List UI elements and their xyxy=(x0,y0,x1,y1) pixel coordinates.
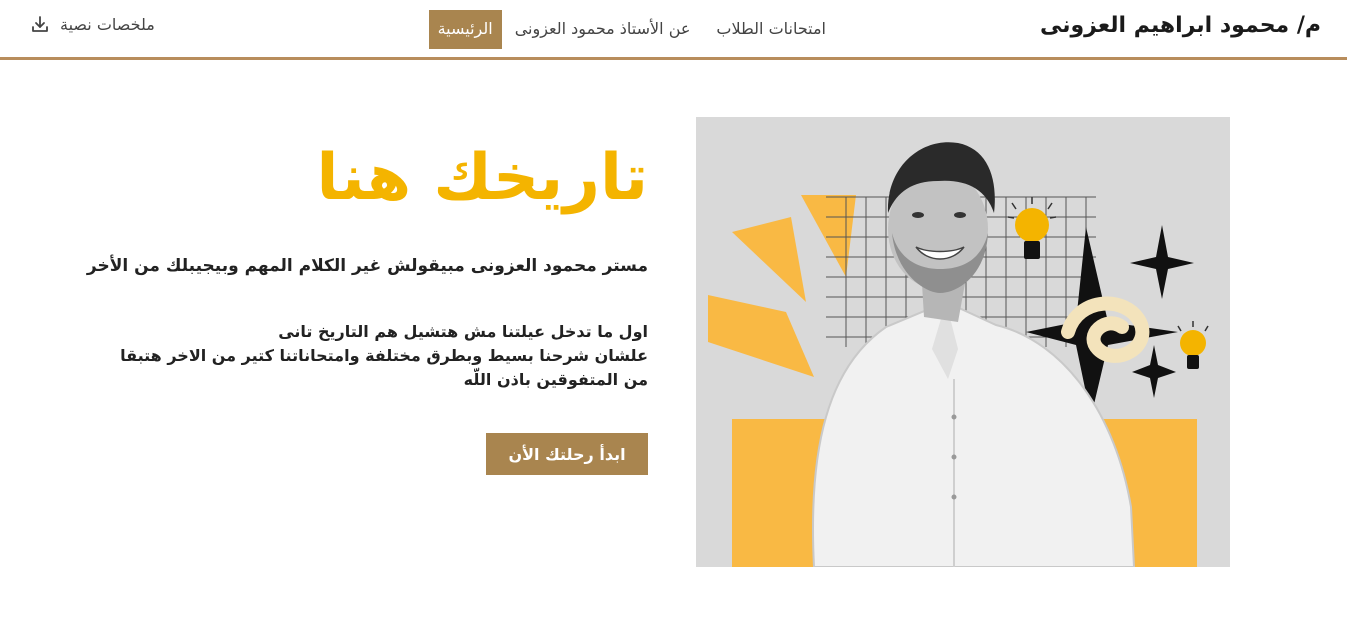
hero-subtitle: مستر محمود العزونى مبيقولش غير الكلام ال… xyxy=(86,256,648,276)
site-brand[interactable]: م/ محمود ابراهيم العزونى xyxy=(1040,13,1321,38)
hero-paragraph-line: علشان شرحنا بسيط وبطرق مختلفة وامتحاناتن… xyxy=(120,346,648,365)
nav-link-about[interactable]: عن الأستاذ محمود العزونى xyxy=(502,10,704,49)
hero-paragraph: اول ما تدخل عيلتنا مش هتشيل هم التاريخ ت… xyxy=(108,320,648,392)
navbar: م/ محمود ابراهيم العزونى الرئيسية عن الأ… xyxy=(0,0,1347,60)
nav-links: الرئيسية عن الأستاذ محمود العزونى امتحان… xyxy=(428,10,839,49)
lightbulb-icon xyxy=(1177,321,1209,369)
hero-paragraph-line: من المتفوقين باذن اللّه xyxy=(463,370,648,389)
hero-teacher-image xyxy=(696,117,1230,567)
text-summaries-link[interactable]: ملخصات نصية xyxy=(30,14,155,34)
download-icon xyxy=(30,14,50,34)
start-journey-button[interactable]: ابدأ رحلتك الأن xyxy=(486,433,648,475)
decorative-rays xyxy=(708,195,856,377)
nav-link-home[interactable]: الرئيسية xyxy=(428,10,502,49)
lightbulb-icon xyxy=(1007,197,1057,259)
hero-title: تاريخك هنا xyxy=(316,141,648,215)
hero-paragraph-line: اول ما تدخل عيلتنا مش هتشيل هم التاريخ ت… xyxy=(278,322,648,341)
nav-link-exams[interactable]: امتحانات الطلاب xyxy=(703,10,839,49)
text-summaries-label: ملخصات نصية xyxy=(60,14,155,34)
